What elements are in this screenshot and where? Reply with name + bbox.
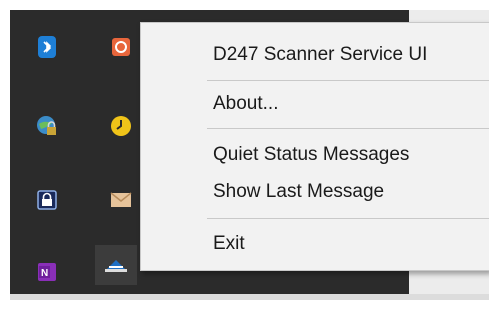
screenshot-frame: N D247 Scanner Service UI About... Quiet… xyxy=(0,0,489,311)
menu-item-label: About... xyxy=(213,93,279,114)
menu-item-show-last-message[interactable]: Show Last Message xyxy=(141,174,489,210)
clock-app-icon[interactable] xyxy=(104,109,138,143)
menu-item-label: Exit xyxy=(213,233,245,254)
tray-bottom-strip xyxy=(10,294,489,300)
onenote-icon[interactable]: N xyxy=(30,255,64,289)
svg-text:N: N xyxy=(41,268,48,279)
mail-icon[interactable] xyxy=(104,183,138,217)
menu-separator xyxy=(207,80,489,81)
menu-item-label: Show Last Message xyxy=(213,181,385,202)
lock-icon[interactable] xyxy=(30,183,64,217)
shield-app-icon[interactable] xyxy=(104,30,138,64)
scanner-service-icon[interactable] xyxy=(95,245,137,285)
menu-item-about[interactable]: About... xyxy=(141,86,489,122)
menu-separator xyxy=(207,128,489,129)
menu-separator xyxy=(207,218,489,219)
menu-item-exit[interactable]: Exit xyxy=(141,226,489,262)
menu-item-quiet-status[interactable]: Quiet Status Messages xyxy=(141,137,489,173)
menu-item-label: D247 Scanner Service UI xyxy=(213,44,428,65)
bluetooth-icon[interactable] xyxy=(30,30,64,64)
context-menu: D247 Scanner Service UI About... Quiet S… xyxy=(140,22,489,271)
network-sharing-icon[interactable] xyxy=(30,109,64,143)
menu-item-label: Quiet Status Messages xyxy=(213,144,410,165)
menu-item-service-ui[interactable]: D247 Scanner Service UI xyxy=(141,37,489,73)
